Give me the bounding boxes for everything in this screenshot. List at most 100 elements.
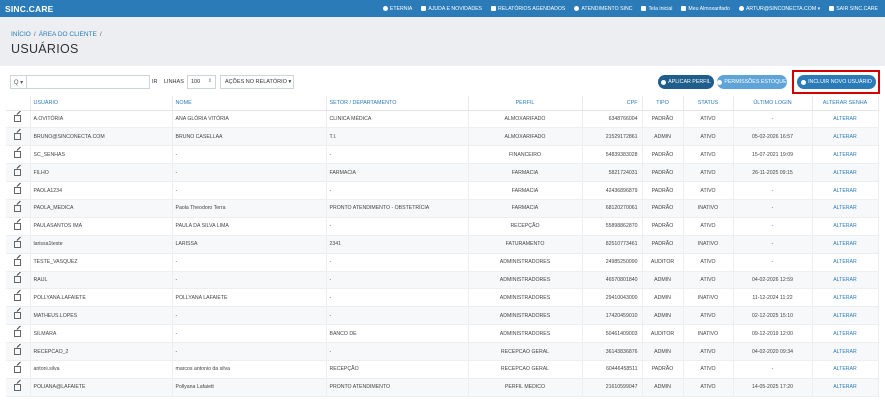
table-row: MATHEUS.LOPES - - ADMINISTRADORES 1742045901… [6,306,879,326]
usuario-cell: POLLYANA.LAFAIETE [30,288,173,308]
nav-ajuda[interactable]: AJUDA E NOVIDADES [421,6,482,12]
edit-icon[interactable] [14,132,22,141]
search-input[interactable] [27,76,149,88]
tipo-cell: PADRÃO [642,235,684,254]
ultimo-login-cell: - [733,235,813,254]
tipo-cell: ADMIN [642,378,684,397]
alterar-senha-link[interactable]: ALTERAR [812,110,879,129]
cpf-cell: 82510773461 [582,235,643,254]
alterar-senha-link[interactable]: ALTERAR [812,217,879,236]
col-alterar-senha[interactable]: ALTERAR SENHA [812,96,879,111]
app-logo[interactable]: SINC.CARE [5,4,54,14]
edit-icon[interactable] [14,275,22,284]
col-usuario[interactable]: USUÁRIO [30,96,173,111]
nav-almoxarifado[interactable]: Meu Almoxarifado [681,6,730,12]
nav-logout[interactable]: SAIR SINC.CARE [829,6,878,12]
ultimo-login-cell: 04-02-2020 09:34 [733,342,813,361]
col-status[interactable]: STATUS [683,96,734,111]
go-button[interactable]: IR [152,79,158,85]
edit-icon[interactable] [14,240,22,248]
perfil-cell: FATURAMENTO [468,235,583,254]
page-header: INÍCIO / ÁREA DO CLIENTE / USUÁRIOS [0,17,885,66]
alterar-senha-link[interactable]: ALTERAR [812,127,879,147]
breadcrumb-inicio[interactable]: INÍCIO [11,31,31,38]
table-row: larissa1teste LARISSA 2341 FATURAMENTO 82510… [6,235,879,254]
edit-icon[interactable] [14,258,22,266]
alterar-senha-link[interactable]: ALTERAR [812,378,879,397]
updown-icon: ⇕ [207,78,212,84]
tipo-cell: PADRÃO [642,181,684,200]
rows-select[interactable]: 100 ⇕ [187,75,216,89]
status-cell: ATIVO [683,378,734,397]
alterar-senha-link[interactable]: ALTERAR [812,271,879,290]
edit-icon[interactable] [14,293,22,302]
nav-user-menu[interactable]: ARTUR@SINCONECTA.COM ▾ [738,6,820,12]
alterar-senha-link[interactable]: ALTERAR [812,199,879,218]
table-row: PAOLA1234- - FARMACIA 42436896879 PADRÃO ATIV… [6,181,879,200]
user-icon [738,6,744,11]
col-cpf[interactable]: CPF [582,96,643,111]
edit-icon[interactable] [14,204,22,212]
edit-icon[interactable] [14,329,22,338]
alterar-senha-link[interactable]: ALTERAR [812,324,879,344]
tipo-cell: PADRÃO [642,163,684,183]
col-tipo[interactable]: TIPO [642,96,684,111]
nav-relatorios[interactable]: RELATÓRIOS AGENDADOS [491,6,565,12]
actions-menu[interactable]: AÇÕES NO RELATÓRIO ▾ [220,75,294,89]
tipo-cell: PADRÃO [642,217,684,236]
edit-icon[interactable] [14,114,22,123]
edit-icon[interactable] [14,186,22,194]
nav-eternia[interactable]: ETERNIA [382,6,412,12]
stock-permissions-button[interactable]: PERMISSÕES ESTOQUE [717,75,787,89]
edit-icon[interactable] [14,365,22,373]
perfil-cell: RECEPÇÃO [468,217,583,236]
col-ultimo-login[interactable]: ÚLTIMO LOGIN [733,96,813,111]
edit-cell [6,145,31,165]
tipo-cell: PADRÃO [642,199,684,218]
status-cell: ATIVO [683,217,734,236]
edit-icon[interactable] [14,311,22,320]
nav-atendimento[interactable]: ATENDIMENTO SINC [574,6,632,12]
alterar-senha-link[interactable]: ALTERAR [812,163,879,183]
table-row: FILHO - FARMACIA FARMACIA 5821724031 PADRÃO AT… [6,163,879,183]
alterar-senha-link[interactable]: ALTERAR [812,288,879,308]
nome-cell: - [172,342,327,361]
status-cell: INATIVO [683,288,734,308]
ultimo-login-cell: 14-05-2025 17:20 [733,378,813,397]
search-icon[interactable]: Q ▾ [11,76,27,88]
col-setor[interactable]: SETOR / DEPARTAMENTO [326,96,469,111]
breadcrumb-area-cliente[interactable]: ÁREA DO CLIENTE [39,31,97,38]
alterar-senha-link[interactable]: ALTERAR [812,342,879,361]
cpf-cell: 6348766004 [582,110,643,129]
edit-icon[interactable] [14,150,22,159]
alterar-senha-link[interactable]: ALTERAR [812,253,879,272]
alterar-senha-link[interactable]: ALTERAR [812,235,879,254]
perfil-cell: ALMOXARIFADO [468,127,583,147]
alterar-senha-link[interactable]: ALTERAR [812,306,879,326]
status-cell: ATIVO [683,360,734,379]
col-nome[interactable]: NOME [172,96,327,111]
edit-icon[interactable] [14,168,22,177]
alterar-senha-link[interactable]: ALTERAR [812,145,879,165]
cpf-cell: 29410043000 [582,288,643,308]
edit-icon[interactable] [14,222,22,230]
apply-profile-button[interactable]: APLICAR PERFIL [658,75,714,89]
setor-cell: PRONTO ATENDIMENTO - OBSTETRÍCIA [326,199,469,218]
users-table: USUÁRIO NOME SETOR / DEPARTAMENTO PERFIL… [6,96,879,397]
report-toolbar: Q ▾ IR LINHAS 100 ⇕ AÇÕES NO RELATÓRIO ▾ … [0,66,885,96]
perfil-cell: FARMACIA [468,163,583,183]
status-cell: ATIVO [683,163,734,183]
edit-icon[interactable] [14,347,22,356]
cpf-cell: 21529172861 [582,127,643,147]
breadcrumb: INÍCIO / ÁREA DO CLIENTE / [11,31,102,38]
col-perfil[interactable]: PERFIL [468,96,583,111]
nome-cell: Paola Theodoro Terra [172,199,327,218]
setor-cell: 2341 [326,235,469,254]
edit-icon[interactable] [14,383,22,391]
nav-tela-inicial[interactable]: Tela inicial [641,6,672,12]
alterar-senha-link[interactable]: ALTERAR [812,181,879,200]
status-cell: ATIVO [683,181,734,200]
status-cell: ATIVO [683,253,734,272]
alterar-senha-link[interactable]: ALTERAR [812,360,879,379]
edit-icon [681,6,687,11]
